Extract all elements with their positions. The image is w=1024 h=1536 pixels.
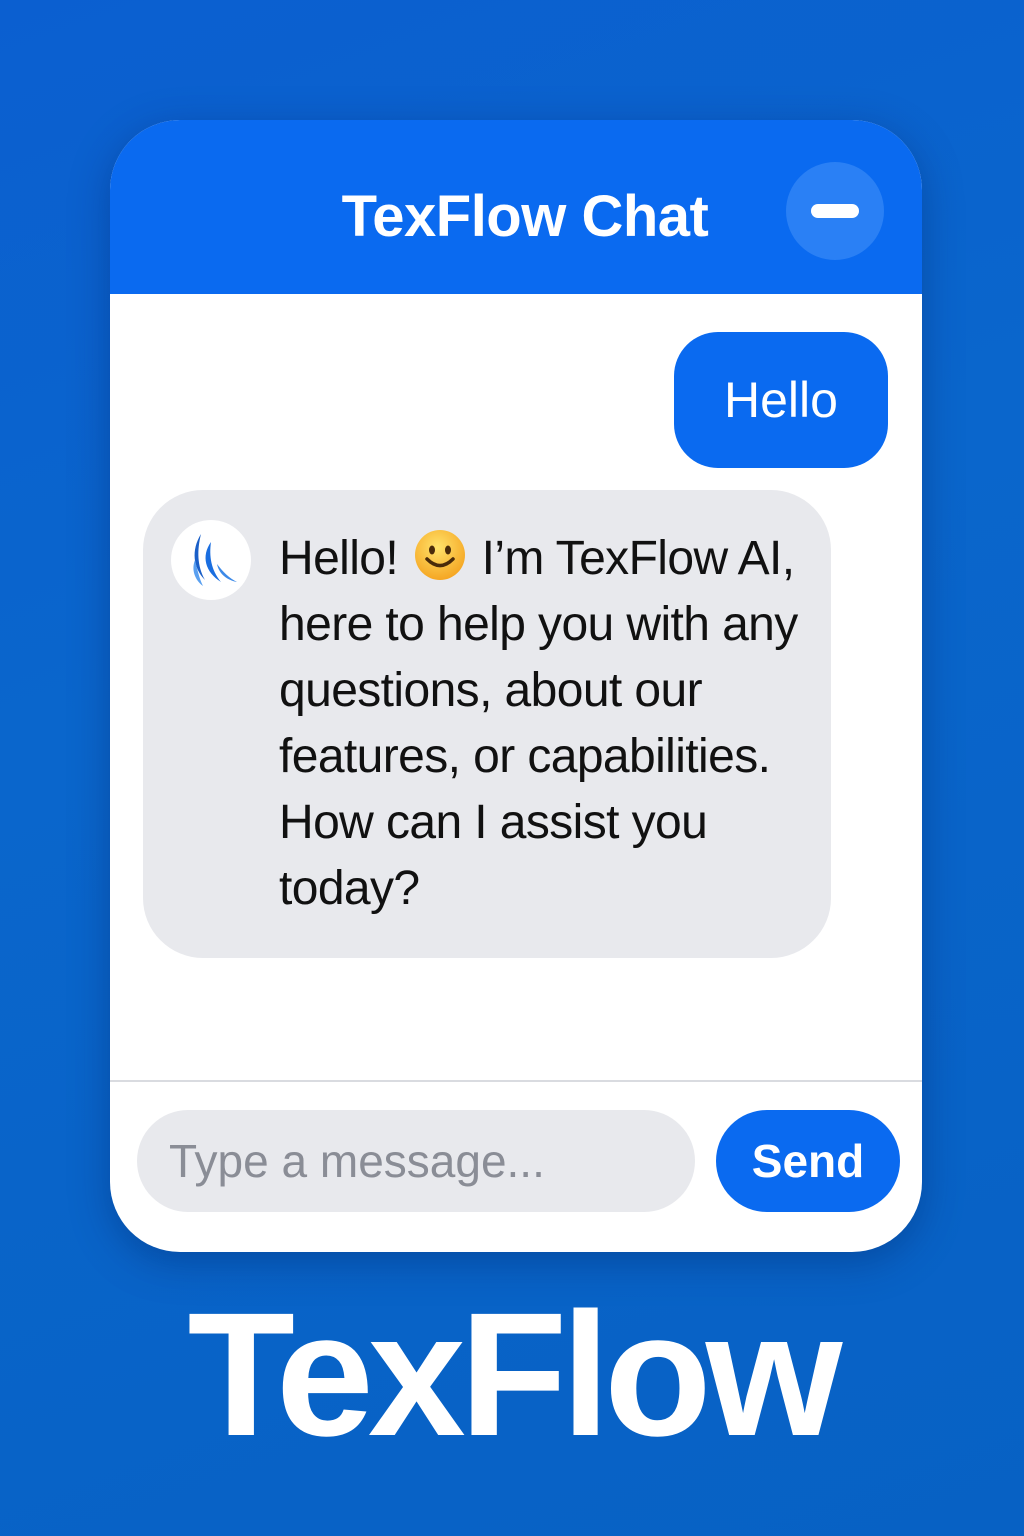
smiling-face-icon bbox=[414, 530, 465, 580]
bot-message-bubble: Hello! I’m TexFlow AI, here to help you … bbox=[143, 490, 831, 958]
message-list[interactable]: Hello Hello! I’m TexFlow AI, here to hel… bbox=[110, 294, 922, 1080]
send-button[interactable]: Send bbox=[716, 1110, 900, 1212]
user-message-bubble: Hello bbox=[674, 332, 888, 468]
chat-header: TexFlow Chat bbox=[110, 120, 922, 294]
chat-window: TexFlow Chat Hello Hello! I’m TexFlow AI… bbox=[110, 120, 922, 1252]
bot-message-text-rest: I’m TexFlow AI, here to help you with an… bbox=[279, 532, 798, 915]
minus-icon bbox=[811, 204, 859, 218]
bot-message-text-start: Hello! bbox=[279, 532, 399, 585]
bot-message-text: Hello! I’m TexFlow AI, here to help you … bbox=[279, 526, 799, 922]
texflow-logo-icon bbox=[171, 520, 251, 600]
composer-divider bbox=[110, 1080, 922, 1082]
brand-wordmark: TexFlow bbox=[187, 1277, 842, 1473]
minimize-button[interactable] bbox=[786, 162, 884, 260]
message-input[interactable] bbox=[137, 1110, 695, 1212]
